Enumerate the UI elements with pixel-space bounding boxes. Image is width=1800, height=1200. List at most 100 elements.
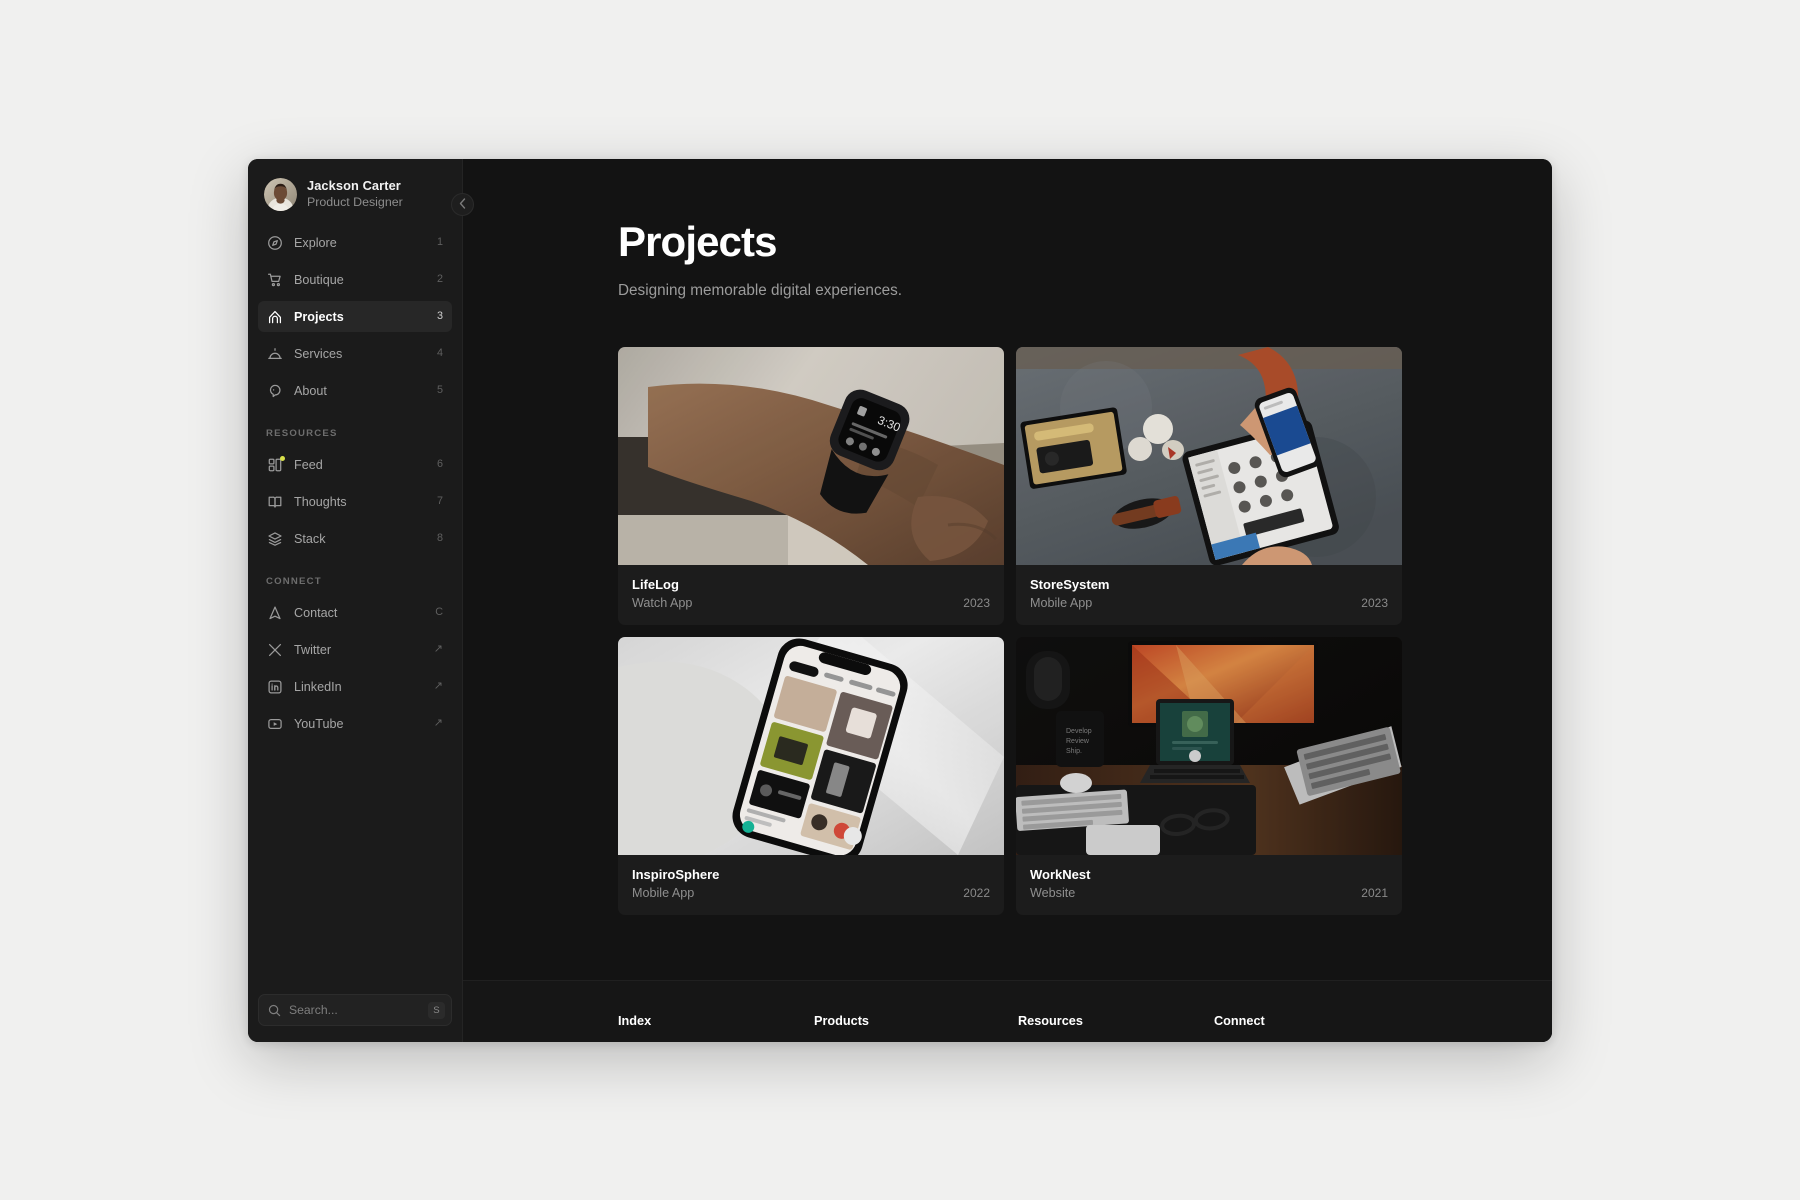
sidebar-item-shortcut: 5 (436, 384, 443, 397)
sidebar-item-label: Explore (294, 235, 337, 250)
project-category: Mobile App (632, 886, 695, 900)
sidebar-item-projects[interactable]: Projects 3 (258, 301, 452, 332)
main-content: Projects Designing memorable digital exp… (463, 159, 1552, 1042)
youtube-icon (267, 716, 283, 732)
project-thumbnail-phone-on-laptop-moodboard (618, 637, 1004, 855)
bell-dome-icon (267, 346, 283, 362)
project-year: 2022 (963, 886, 990, 900)
sidebar-item-label: Services (294, 346, 343, 361)
sidebar-item-contact[interactable]: Contact C (258, 597, 452, 628)
search-placeholder: Search... (289, 1003, 338, 1017)
footer-column-heading[interactable]: Products (814, 1014, 1018, 1028)
footer-column: Index (618, 1014, 814, 1028)
x-twitter-icon (267, 642, 283, 658)
sidebar-item-youtube[interactable]: YouTube ↗ (258, 708, 452, 739)
sidebar-item-twitter[interactable]: Twitter ↗ (258, 634, 452, 665)
main-nav-list: Explore 1 Boutique 2 Projects 3 Services 4 About… (258, 227, 452, 406)
sidebar-item-explore[interactable]: Explore 1 (258, 227, 452, 258)
footer-column-heading[interactable]: Connect (1214, 1014, 1552, 1028)
resources-section-label: RESOURCES (266, 428, 338, 439)
sidebar-item-stack[interactable]: Stack 8 (258, 523, 452, 554)
project-category: Watch App (632, 596, 693, 610)
project-meta: StoreSystem Mobile App 2023 (1016, 565, 1402, 625)
project-card[interactable]: 3:30 LifeLog Watch App 2023 (618, 347, 1004, 625)
sidebar-item-linkedin[interactable]: LinkedIn ↗ (258, 671, 452, 702)
footer-column: Resources (1018, 1014, 1214, 1028)
navigation-icon (267, 605, 283, 621)
profile-role: Product Designer (307, 194, 403, 209)
sidebar-item-shortcut: 8 (436, 532, 443, 545)
compass-icon (267, 235, 283, 251)
page-subtitle: Designing memorable digital experiences. (618, 282, 902, 299)
profile-block[interactable]: Jackson Carter Product Designer (248, 159, 462, 227)
project-title: InspiroSphere (632, 867, 720, 882)
sidebar-item-shortcut: C (435, 606, 443, 619)
connect-section-label: CONNECT (266, 576, 322, 587)
external-link-icon: ↗ (433, 643, 443, 655)
search-input[interactable]: Search... S (258, 994, 452, 1026)
projects-grid: 3:30 LifeLog Watch App 2023 StoreSystem … (618, 347, 1402, 915)
project-title: LifeLog (632, 577, 679, 592)
layout-grid-icon (267, 455, 285, 473)
project-year: 2023 (1361, 596, 1388, 610)
search-icon (268, 1004, 281, 1017)
connect-nav-list: Contact C Twitter ↗ LinkedIn ↗ YouTube ↗ (258, 597, 452, 739)
sidebar-item-label: Projects (294, 309, 344, 324)
project-title: StoreSystem (1030, 577, 1110, 592)
sidebar-item-shortcut: 4 (436, 347, 443, 360)
sidebar-item-label: Thoughts (294, 494, 347, 509)
sidebar-item-label: LinkedIn (294, 679, 342, 694)
project-card[interactable]: StoreSystem Mobile App 2023 (1016, 347, 1402, 625)
sidebar-item-thoughts[interactable]: Thoughts 7 (258, 486, 452, 517)
sidebar-collapse-button[interactable] (451, 193, 474, 216)
sidebar-item-feed[interactable]: Feed 6 (258, 449, 452, 480)
resources-nav-list: Feed 6 Thoughts 7 Stack 8 (258, 449, 452, 554)
sidebar-item-label: Boutique (294, 272, 344, 287)
sidebar-item-boutique[interactable]: Boutique 2 (258, 264, 452, 295)
project-meta: LifeLog Watch App 2023 (618, 565, 1004, 625)
external-link-icon: ↗ (433, 717, 443, 729)
unread-dot-badge (280, 455, 285, 461)
page-title: Projects (618, 218, 777, 265)
project-category: Website (1030, 886, 1076, 900)
external-link-icon: ↗ (433, 680, 443, 692)
sidebar: Jackson Carter Product Designer Explore 1… (248, 159, 474, 1042)
footer-column: Products (814, 1014, 1018, 1028)
sidebar-item-shortcut: 7 (436, 495, 443, 508)
footer-column: Connect (1214, 1014, 1552, 1028)
sidebar-item-shortcut: 1 (436, 236, 443, 249)
footer-column-heading[interactable]: Index (618, 1014, 814, 1028)
project-card[interactable]: Develop Review Ship. WorkNest Website 20… (1016, 637, 1402, 915)
project-category: Mobile App (1030, 596, 1093, 610)
search-shortcut-key: S (428, 1001, 445, 1019)
app-window: Jackson Carter Product Designer Explore 1… (248, 159, 1552, 1042)
project-year: 2023 (963, 596, 990, 610)
sidebar-item-label: Feed (294, 457, 323, 472)
main-navigation: Explore 1 Boutique 2 Projects 3 Services 4 About… (248, 227, 462, 745)
sidebar-item-label: Twitter (294, 642, 332, 657)
sidebar-item-label: YouTube (294, 716, 344, 731)
sidebar-item-about[interactable]: About 5 (258, 375, 452, 406)
project-thumbnail-hand-wearing-smartwatch: 3:30 (618, 347, 1004, 565)
search-container: Search... S (248, 982, 462, 1042)
project-year: 2021 (1361, 886, 1388, 900)
footer-column-heading[interactable]: Resources (1018, 1014, 1214, 1028)
arch-icon (267, 309, 283, 325)
sidebar-item-shortcut: 2 (436, 273, 443, 286)
project-thumbnail-desk-topdown-phone-tablet (1016, 347, 1402, 565)
book-open-icon (267, 494, 283, 510)
sidebar-item-services[interactable]: Services 4 (258, 338, 452, 369)
layers-icon (267, 531, 283, 547)
chevron-left-icon (459, 197, 466, 212)
footer-columns: Index Products Resources Connect (618, 981, 1552, 1028)
linkedin-icon (267, 679, 283, 695)
sidebar-item-label: Contact (294, 605, 338, 620)
speech-icon (267, 383, 283, 399)
sidebar-item-shortcut: 6 (436, 458, 443, 471)
profile-name: Jackson Carter (307, 178, 401, 194)
project-card[interactable]: InspiroSphere Mobile App 2022 (618, 637, 1004, 915)
project-meta: InspiroSphere Mobile App 2022 (618, 855, 1004, 915)
sidebar-item-label: About (294, 383, 327, 398)
sidebar-item-shortcut: 3 (436, 310, 443, 323)
